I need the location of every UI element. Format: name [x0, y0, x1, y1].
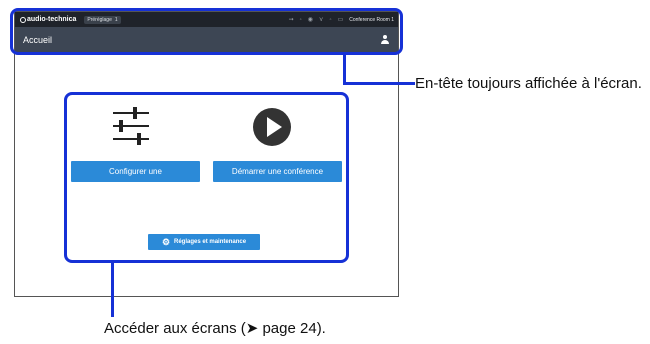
header-callout-line-h — [343, 82, 415, 85]
screens-callout-box — [64, 92, 349, 263]
header-note: En-tête toujours affichée à l'écran. — [415, 75, 642, 92]
header-callout-box — [10, 8, 403, 55]
header-callout-line-v — [343, 55, 346, 84]
screens-note: Accéder aux écrans (➤ page 24). — [104, 320, 326, 337]
screens-callout-line — [111, 263, 114, 317]
